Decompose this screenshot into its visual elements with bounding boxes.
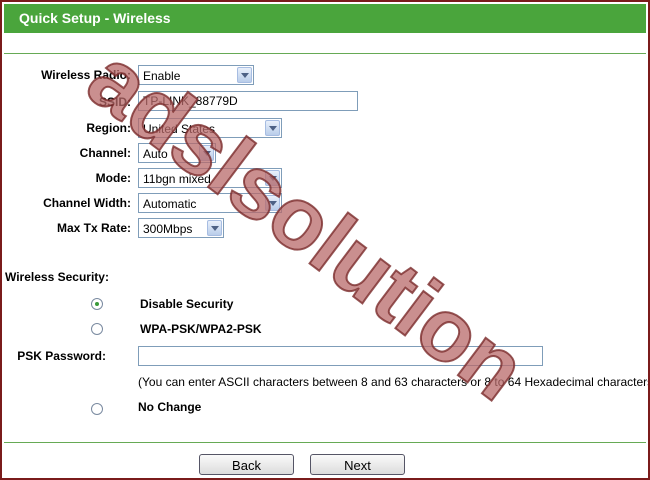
psk-password-input[interactable]: [138, 346, 543, 366]
region-label: Region:: [86, 121, 131, 135]
disable-security-label: Disable Security: [140, 297, 234, 311]
chevron-down-icon: [207, 220, 222, 236]
no-change-label: No Change: [138, 400, 202, 414]
wpa-psk-radio[interactable]: [91, 323, 103, 335]
mode-select[interactable]: 11bgn mixed: [138, 168, 282, 188]
region-select[interactable]: United States: [138, 118, 282, 138]
psk-hint: (You can enter ASCII characters between …: [138, 375, 650, 389]
wireless-radio-select[interactable]: Enable: [138, 65, 254, 85]
watermark: adslsolution: [70, 52, 545, 420]
chevron-down-icon: [265, 120, 280, 136]
bottom-divider: [4, 442, 646, 443]
top-divider: [4, 53, 646, 54]
disable-security-radio[interactable]: [91, 298, 103, 310]
wireless-radio-label: Wireless Radio:: [41, 68, 131, 82]
chevron-down-icon: [199, 145, 214, 161]
max-tx-rate-select[interactable]: 300Mbps: [138, 218, 224, 238]
channel-select[interactable]: Auto: [138, 143, 216, 163]
ssid-label: SSID:: [98, 95, 131, 109]
page-title: Quick Setup - Wireless: [19, 10, 171, 26]
next-button[interactable]: Next: [310, 454, 405, 475]
chevron-down-icon: [237, 67, 252, 83]
wireless-security-heading: Wireless Security:: [5, 270, 109, 284]
no-change-radio[interactable]: [91, 403, 103, 415]
psk-password-label: PSK Password:: [17, 349, 106, 363]
mode-label: Mode:: [95, 171, 131, 185]
max-tx-rate-label: Max Tx Rate:: [56, 221, 131, 235]
ssid-input[interactable]: [138, 91, 358, 111]
channel-label: Channel:: [79, 146, 131, 160]
back-button[interactable]: Back: [199, 454, 294, 475]
chevron-down-icon: [265, 195, 280, 211]
channel-width-select[interactable]: Automatic: [138, 193, 282, 213]
quick-setup-wireless-window: Quick Setup - Wireless Wireless Radio: E…: [0, 0, 650, 480]
wpa-psk-label: WPA-PSK/WPA2-PSK: [140, 322, 262, 336]
title-bar: Quick Setup - Wireless: [4, 4, 646, 33]
channel-width-label: Channel Width:: [43, 196, 131, 210]
chevron-down-icon: [265, 170, 280, 186]
